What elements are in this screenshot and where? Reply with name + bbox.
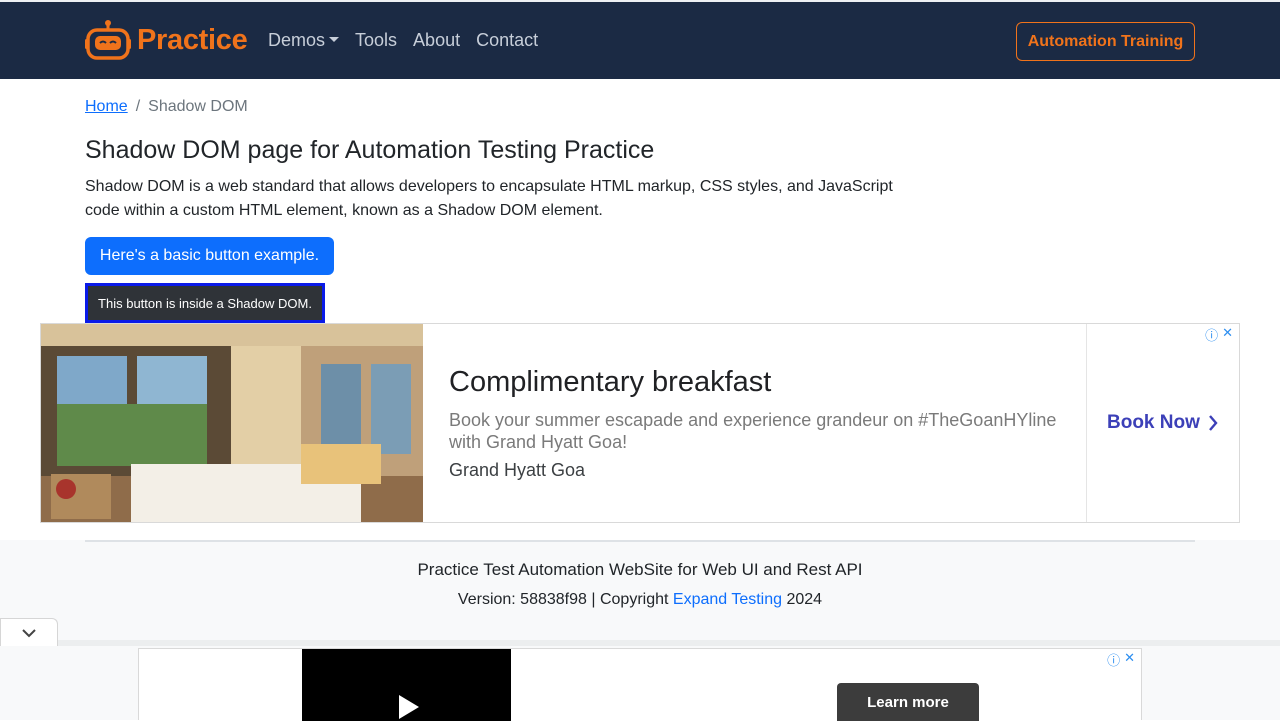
ad-choices[interactable]: ⓘ ✕: [1205, 325, 1233, 344]
video-player[interactable]: [302, 649, 511, 721]
nav-contact[interactable]: Contact: [476, 30, 538, 51]
brand-name: Practice: [137, 23, 248, 56]
close-icon[interactable]: ✕: [1222, 325, 1233, 344]
info-icon[interactable]: ⓘ: [1107, 650, 1120, 669]
breadcrumb-current: Shadow DOM: [148, 98, 248, 115]
footer-title: Practice Test Automation WebSite for Web…: [417, 560, 863, 579]
collapse-ad-toggle[interactable]: [0, 618, 58, 646]
anchor-ad-border: [58, 640, 1280, 646]
automation-training-button[interactable]: Automation Training: [1016, 22, 1195, 61]
ad-headline[interactable]: Complimentary breakfast: [449, 366, 771, 399]
shadow-dom-button[interactable]: This button is inside a Shadow DOM.: [85, 283, 325, 323]
footer-version-text: Version: 58838f98 | Copyright: [457, 591, 673, 608]
info-icon[interactable]: ⓘ: [1205, 325, 1218, 344]
hotel-room-image: [41, 324, 423, 522]
breadcrumb-home-link[interactable]: Home: [85, 98, 128, 116]
expand-testing-link[interactable]: Expand Testing: [673, 591, 782, 608]
ad-advertiser: Grand Hyatt Goa: [449, 460, 586, 480]
book-now-button[interactable]: Book Now: [1107, 412, 1218, 434]
book-now-label: Book Now: [1107, 412, 1200, 433]
nav-about[interactable]: About: [413, 30, 460, 51]
footer-version: Version: 58838f98 | Copyright Expand Tes…: [0, 591, 1280, 609]
play-icon[interactable]: [399, 695, 419, 719]
breadcrumb-separator: /: [135, 98, 141, 115]
ad-divider: [1086, 324, 1087, 522]
close-icon[interactable]: ✕: [1124, 650, 1135, 669]
ad-banner[interactable]: Complimentary breakfast Book your summer…: [40, 323, 1240, 523]
anchor-ad[interactable]: Learn more ⓘ ✕: [138, 648, 1142, 721]
footer-year: 2024: [782, 591, 823, 608]
learn-more-button[interactable]: Learn more: [837, 683, 979, 721]
nav-tools[interactable]: Tools: [355, 30, 397, 51]
page-description: Shadow DOM is a web standard that allows…: [85, 178, 893, 219]
footer: Practice Test Automation WebSite for Web…: [0, 540, 1280, 628]
robot-logo-icon: [85, 20, 131, 60]
nav-demos-dropdown[interactable]: Demos: [268, 30, 340, 51]
chevron-right-icon: [1208, 415, 1218, 431]
caret-down-icon: [329, 37, 340, 42]
basic-example-button[interactable]: Here's a basic button example.: [85, 237, 334, 275]
top-navbar: Practice Demos Tools About Contact Autom…: [0, 0, 1280, 79]
chevron-down-icon: [22, 628, 36, 637]
brand-logo[interactable]: Practice: [85, 18, 248, 62]
ad-body-text: Book your summer escapade and experience…: [449, 410, 1057, 452]
anchor-ad-choices[interactable]: ⓘ ✕: [1107, 650, 1135, 669]
footer-divider: [85, 540, 1195, 542]
page-title: Shadow DOM page for Automation Testing P…: [85, 136, 655, 164]
breadcrumb: Home / Shadow DOM: [85, 98, 248, 116]
nav-links: Demos Tools About Contact: [268, 30, 554, 51]
nav-demos-label: Demos: [268, 30, 326, 50]
